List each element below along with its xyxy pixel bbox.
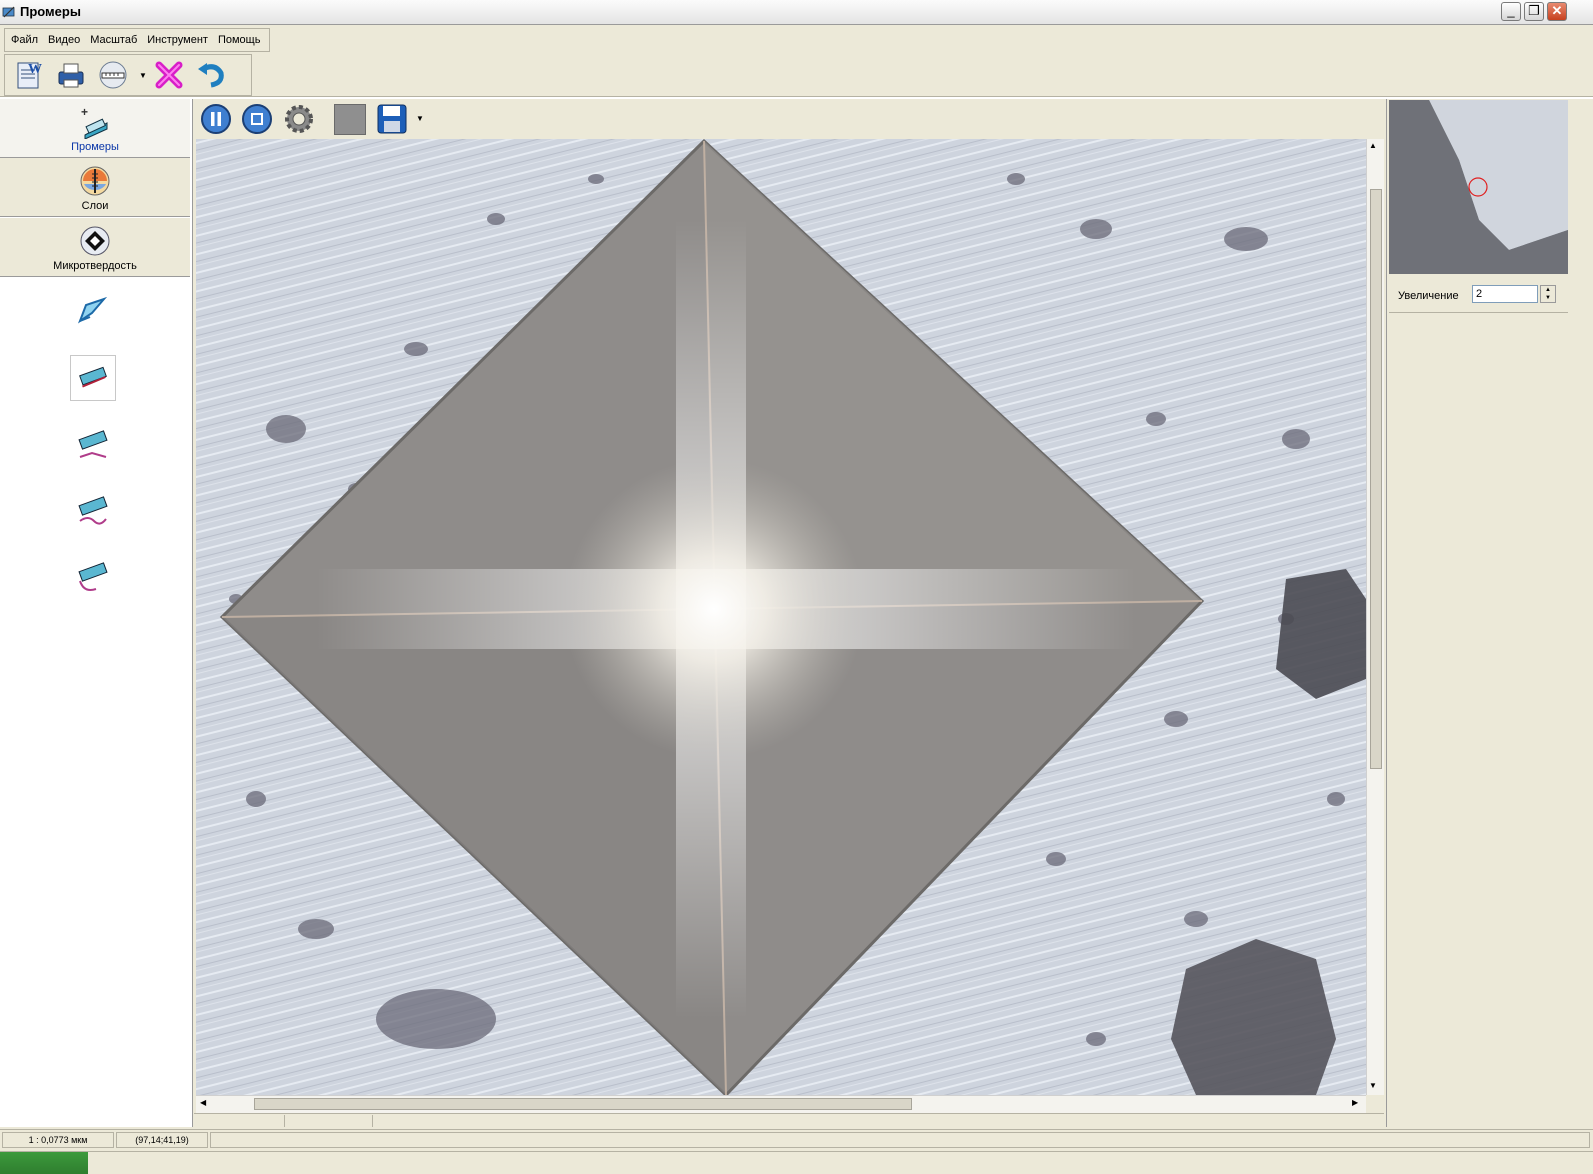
layers-icon bbox=[80, 166, 110, 196]
menu-tool[interactable]: Инструмент bbox=[147, 34, 208, 46]
microhardness-icon bbox=[80, 226, 110, 256]
tab-microhardness[interactable]: Микротвердость bbox=[0, 218, 190, 277]
bottom-strip bbox=[0, 1151, 1593, 1174]
menu-help[interactable]: Помощь bbox=[218, 34, 261, 46]
vertical-scroll-thumb[interactable] bbox=[1370, 189, 1382, 769]
start-button[interactable] bbox=[0, 1152, 88, 1174]
image-viewport[interactable] bbox=[196, 139, 1366, 1095]
microscope-image[interactable] bbox=[196, 139, 1366, 1095]
word-export-icon[interactable]: W bbox=[13, 59, 45, 91]
polyline-measure-tool-icon bbox=[78, 430, 108, 458]
tab-layers-label: Слои bbox=[81, 200, 109, 212]
tab-microhardness-label: Микротвердость bbox=[53, 260, 137, 272]
pointer-tool-icon bbox=[77, 296, 108, 324]
main-toolbar: W ▼ bbox=[4, 54, 252, 96]
image-status-strip bbox=[194, 1113, 1384, 1128]
delete-icon[interactable] bbox=[153, 59, 185, 91]
save-icon[interactable] bbox=[375, 102, 409, 136]
menu-file[interactable]: Файл bbox=[11, 34, 38, 46]
menu-video[interactable]: Видео bbox=[48, 34, 80, 46]
save-dropdown-arrow[interactable]: ▼ bbox=[416, 114, 424, 123]
status-bar: 1 : 0,0773 мкм (97,14;41,19) bbox=[0, 1129, 1593, 1152]
zoom-spinner[interactable]: ▲ ▼ bbox=[1540, 285, 1556, 303]
color-swatch-icon[interactable] bbox=[334, 104, 366, 135]
tab-measurements-label: Промеры bbox=[71, 141, 119, 153]
pointer-tool[interactable] bbox=[70, 289, 116, 335]
line-measure-tool-icon bbox=[79, 366, 107, 388]
scroll-left-arrow[interactable]: ◀ bbox=[200, 1098, 206, 1107]
magnifier-image bbox=[1389, 100, 1568, 274]
undo-icon[interactable] bbox=[195, 59, 227, 91]
window-title: Промеры bbox=[20, 4, 81, 19]
app-icon bbox=[2, 6, 15, 18]
left-panel: + Промеры Слои Микротвердость bbox=[0, 99, 193, 1127]
polyline-measure-tool[interactable] bbox=[70, 421, 116, 467]
zoom-input[interactable] bbox=[1472, 285, 1538, 303]
curve-measure-tool[interactable] bbox=[70, 487, 116, 533]
scale-readout: 1 : 0,0773 мкм bbox=[2, 1132, 114, 1148]
minimize-button[interactable]: _ bbox=[1501, 2, 1521, 21]
scroll-up-arrow[interactable]: ▲ bbox=[1369, 141, 1377, 150]
scale-dropdown-arrow[interactable]: ▼ bbox=[139, 71, 147, 80]
image-toolbar: ▼ bbox=[194, 99, 1384, 139]
stop-icon[interactable] bbox=[241, 103, 273, 135]
arc-measure-tool[interactable] bbox=[70, 553, 116, 599]
svg-text:+: + bbox=[81, 105, 88, 119]
status-empty-cell bbox=[210, 1132, 1590, 1148]
coordinates-readout: (97,14;41,19) bbox=[116, 1132, 208, 1148]
title-bar bbox=[0, 0, 1593, 25]
tab-measurements[interactable]: + Промеры bbox=[0, 99, 190, 158]
curve-measure-tool-icon bbox=[78, 496, 108, 525]
menu-bar: Файл Видео Масштаб Инструмент Помощь bbox=[4, 28, 270, 52]
horizontal-scrollbar[interactable]: ◀ ▶ bbox=[196, 1095, 1366, 1113]
zoom-label: Увеличение bbox=[1398, 290, 1459, 302]
tab-layers[interactable]: Слои bbox=[0, 158, 190, 217]
restore-button[interactable]: ❐ bbox=[1524, 2, 1544, 21]
print-icon[interactable] bbox=[55, 59, 87, 91]
svg-text:W: W bbox=[28, 62, 42, 77]
arc-measure-tool-icon bbox=[78, 562, 108, 591]
vertical-scrollbar[interactable]: ▲ ▼ bbox=[1366, 139, 1384, 1095]
settings-icon[interactable] bbox=[283, 103, 315, 135]
close-button[interactable]: ✕ bbox=[1547, 2, 1567, 21]
measure-icon: + bbox=[81, 105, 108, 139]
scroll-right-arrow[interactable]: ▶ bbox=[1352, 1098, 1358, 1107]
menu-scale[interactable]: Масштаб bbox=[90, 34, 137, 46]
scale-ruler-icon[interactable] bbox=[97, 59, 129, 91]
scroll-down-arrow[interactable]: ▼ bbox=[1369, 1081, 1377, 1090]
line-measure-tool[interactable] bbox=[70, 355, 116, 401]
pause-icon[interactable] bbox=[200, 103, 232, 135]
magnifier-preview bbox=[1389, 100, 1568, 274]
horizontal-scroll-thumb[interactable] bbox=[254, 1098, 912, 1110]
